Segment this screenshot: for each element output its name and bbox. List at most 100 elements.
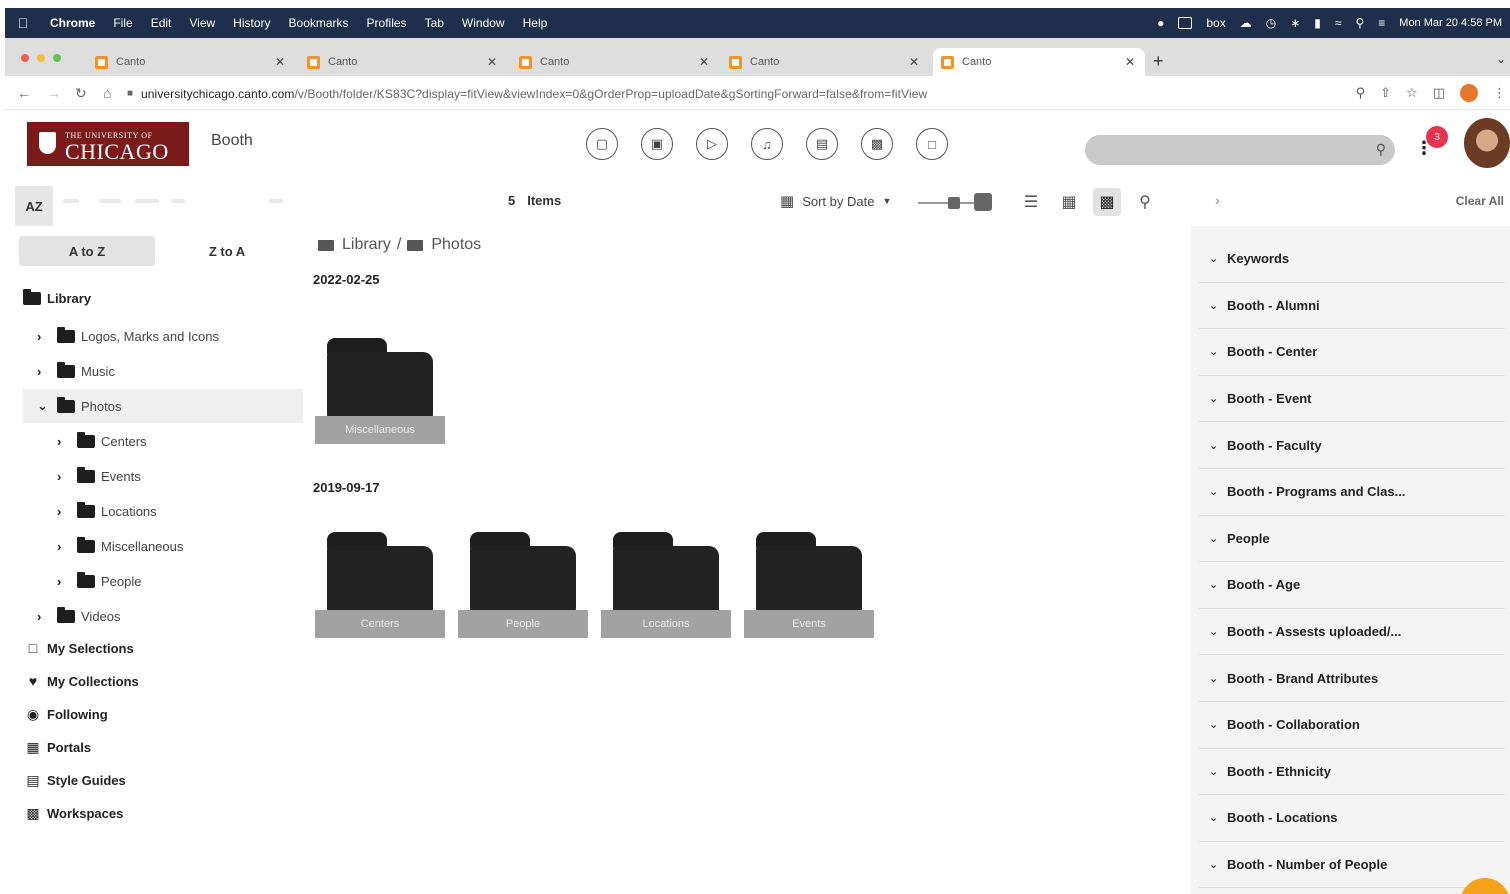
lock-icon[interactable]: ■ [127, 88, 133, 99]
tree-item-logos[interactable]: › Logos, Marks and Icons [37, 319, 219, 353]
filter-booth-locations[interactable]: ⌄ Booth - Locations [1199, 795, 1505, 842]
sort-dropdown[interactable]: ▦ Sort by Date ▼ [780, 192, 891, 210]
tree-item-videos[interactable]: › Videos [37, 599, 121, 633]
tree-tool-icon[interactable] [171, 199, 185, 203]
menu-edit[interactable]: Edit [142, 16, 181, 30]
tab-search-chevron-icon[interactable]: ⌄ [1496, 52, 1506, 66]
browser-tab-1[interactable]: Canto ✕ [95, 48, 295, 76]
filter-booth-event[interactable]: ⌄ Booth - Event [1199, 376, 1505, 423]
new-tab-button[interactable]: + [1153, 51, 1164, 72]
university-logo[interactable]: THE UNIVERSITY OF CHICAGO [27, 122, 189, 166]
folder-tile-locations[interactable]: Locations [601, 532, 731, 642]
filter-keywords[interactable]: ⌄ Keywords [1199, 236, 1505, 283]
folder-tile-people[interactable]: People [458, 532, 588, 642]
chevron-right-icon[interactable]: › [37, 364, 53, 379]
reload-icon[interactable]: ↻ [75, 85, 87, 102]
user-avatar[interactable] [1464, 118, 1510, 168]
tree-tool-icon[interactable] [99, 199, 121, 203]
presentations-icon[interactable]: ▩ [861, 128, 893, 160]
workspaces-link[interactable]: ▩ Workspaces [23, 798, 123, 828]
close-tab-icon[interactable]: ✕ [275, 55, 285, 69]
control-center-icon[interactable]: ≡ [1378, 16, 1385, 30]
audio-icon[interactable]: ♫ [751, 128, 783, 160]
menu-file[interactable]: File [104, 16, 141, 30]
zoom-icon[interactable]: ⚲ [1356, 85, 1366, 101]
other-files-icon[interactable]: □ [916, 128, 948, 160]
screen-icon[interactable] [1178, 17, 1193, 29]
tree-item-centers[interactable]: › Centers [57, 424, 147, 458]
slider-handle[interactable] [948, 197, 960, 209]
my-collections-link[interactable]: ♥ My Collections [23, 666, 139, 696]
box-label[interactable]: box [1206, 16, 1225, 30]
tree-library[interactable]: Library [23, 281, 91, 315]
tree-tool-icon[interactable] [63, 199, 79, 203]
clear-all-button[interactable]: Clear All [1456, 194, 1504, 208]
battery-icon[interactable]: ▮ [1314, 16, 1321, 30]
folder-tile-centers[interactable]: Centers [315, 532, 445, 642]
chevron-right-icon[interactable]: › [57, 434, 73, 449]
chevron-right-icon[interactable]: › [37, 609, 53, 624]
map-view-icon[interactable]: ⚲ [1131, 188, 1159, 216]
folder-tile-miscellaneous[interactable]: Miscellaneous [315, 338, 445, 448]
grid-view-icon[interactable]: ▦ [1055, 188, 1083, 216]
chevron-down-icon[interactable]: ⌄ [37, 398, 53, 414]
menu-bookmarks[interactable]: Bookmarks [280, 16, 358, 30]
forward-icon[interactable]: → [47, 85, 61, 101]
following-link[interactable]: ◉ Following [23, 699, 108, 729]
my-selections-link[interactable]: □ My Selections [23, 633, 134, 663]
wifi-icon[interactable]: ≈ [1335, 16, 1342, 30]
all-files-icon[interactable]: ▢ [586, 128, 618, 160]
menu-help[interactable]: Help [514, 16, 557, 30]
filter-booth-alumni[interactable]: ⌄ Booth - Alumni [1199, 283, 1505, 330]
tree-item-events[interactable]: › Events [57, 459, 141, 493]
chevron-right-icon[interactable]: › [57, 504, 73, 519]
tree-item-photos[interactable]: ⌄ Photos [23, 389, 303, 423]
chevron-right-icon[interactable]: › [57, 539, 73, 554]
search-icon[interactable]: ⚲ [1376, 141, 1386, 158]
chevron-right-icon[interactable]: › [57, 469, 73, 484]
tree-tool-icon[interactable] [269, 199, 283, 203]
close-tab-icon[interactable]: ✕ [1125, 55, 1135, 69]
bluetooth-icon[interactable]: ∗ [1290, 16, 1300, 30]
menu-view[interactable]: View [180, 16, 224, 30]
browser-tab-3[interactable]: Canto ✕ [519, 48, 719, 76]
menu-app[interactable]: Chrome [41, 16, 104, 30]
images-icon[interactable]: ▣ [641, 128, 673, 160]
sort-a-to-z-button[interactable]: A to Z [19, 236, 155, 266]
documents-icon[interactable]: ▤ [806, 128, 838, 160]
folder-tile-events[interactable]: Events [744, 532, 874, 642]
chevron-right-icon[interactable]: › [37, 329, 53, 344]
chrome-menu-icon[interactable]: ⋮ [1493, 85, 1506, 101]
sort-z-to-a-button[interactable]: Z to A [159, 236, 295, 266]
filter-booth-brand-attributes[interactable]: ⌄ Booth - Brand Attributes [1199, 655, 1505, 702]
close-window-icon[interactable] [21, 54, 29, 62]
filter-booth-assets-uploaded[interactable]: ⌄ Booth - Assests uploaded/... [1199, 609, 1505, 656]
creative-cloud-icon[interactable]: ● [1157, 16, 1164, 30]
time-machine-icon[interactable]: ◷ [1266, 16, 1276, 30]
tree-item-people[interactable]: › People [57, 564, 141, 598]
video-icon[interactable]: ▷ [696, 128, 728, 160]
home-icon[interactable]: ⌂ [103, 85, 111, 101]
tree-item-miscellaneous[interactable]: › Miscellaneous [57, 529, 183, 563]
filter-booth-faculty[interactable]: ⌄ Booth - Faculty [1199, 422, 1505, 469]
menu-window[interactable]: Window [453, 16, 514, 30]
close-tab-icon[interactable]: ✕ [487, 55, 497, 69]
filter-people[interactable]: ⌄ People [1199, 516, 1505, 563]
apple-icon[interactable]:  [5, 15, 41, 31]
minimize-window-icon[interactable] [37, 54, 45, 62]
filter-booth-collaboration[interactable]: ⌄ Booth - Collaboration [1199, 702, 1505, 749]
alphabetical-sort-button[interactable]: AZ [15, 186, 53, 226]
chevron-right-icon[interactable]: › [1215, 192, 1220, 208]
thumbnail-size-slider[interactable] [918, 193, 994, 211]
back-icon[interactable]: ← [17, 85, 31, 101]
filter-booth-ethnicity[interactable]: ⌄ Booth - Ethnicity [1199, 749, 1505, 796]
profile-avatar-icon[interactable] [1460, 84, 1478, 102]
notification-badge[interactable]: 3 [1426, 126, 1448, 148]
menu-history[interactable]: History [224, 16, 279, 30]
filter-booth-age[interactable]: ⌄ Booth - Age [1199, 562, 1505, 609]
breadcrumb-library[interactable]: Library [342, 236, 391, 254]
close-tab-icon[interactable]: ✕ [909, 55, 919, 69]
menu-profiles[interactable]: Profiles [358, 16, 416, 30]
filter-booth-center[interactable]: ⌄ Booth - Center [1199, 329, 1505, 376]
filter-booth-programs[interactable]: ⌄ Booth - Programs and Clas... [1199, 469, 1505, 516]
